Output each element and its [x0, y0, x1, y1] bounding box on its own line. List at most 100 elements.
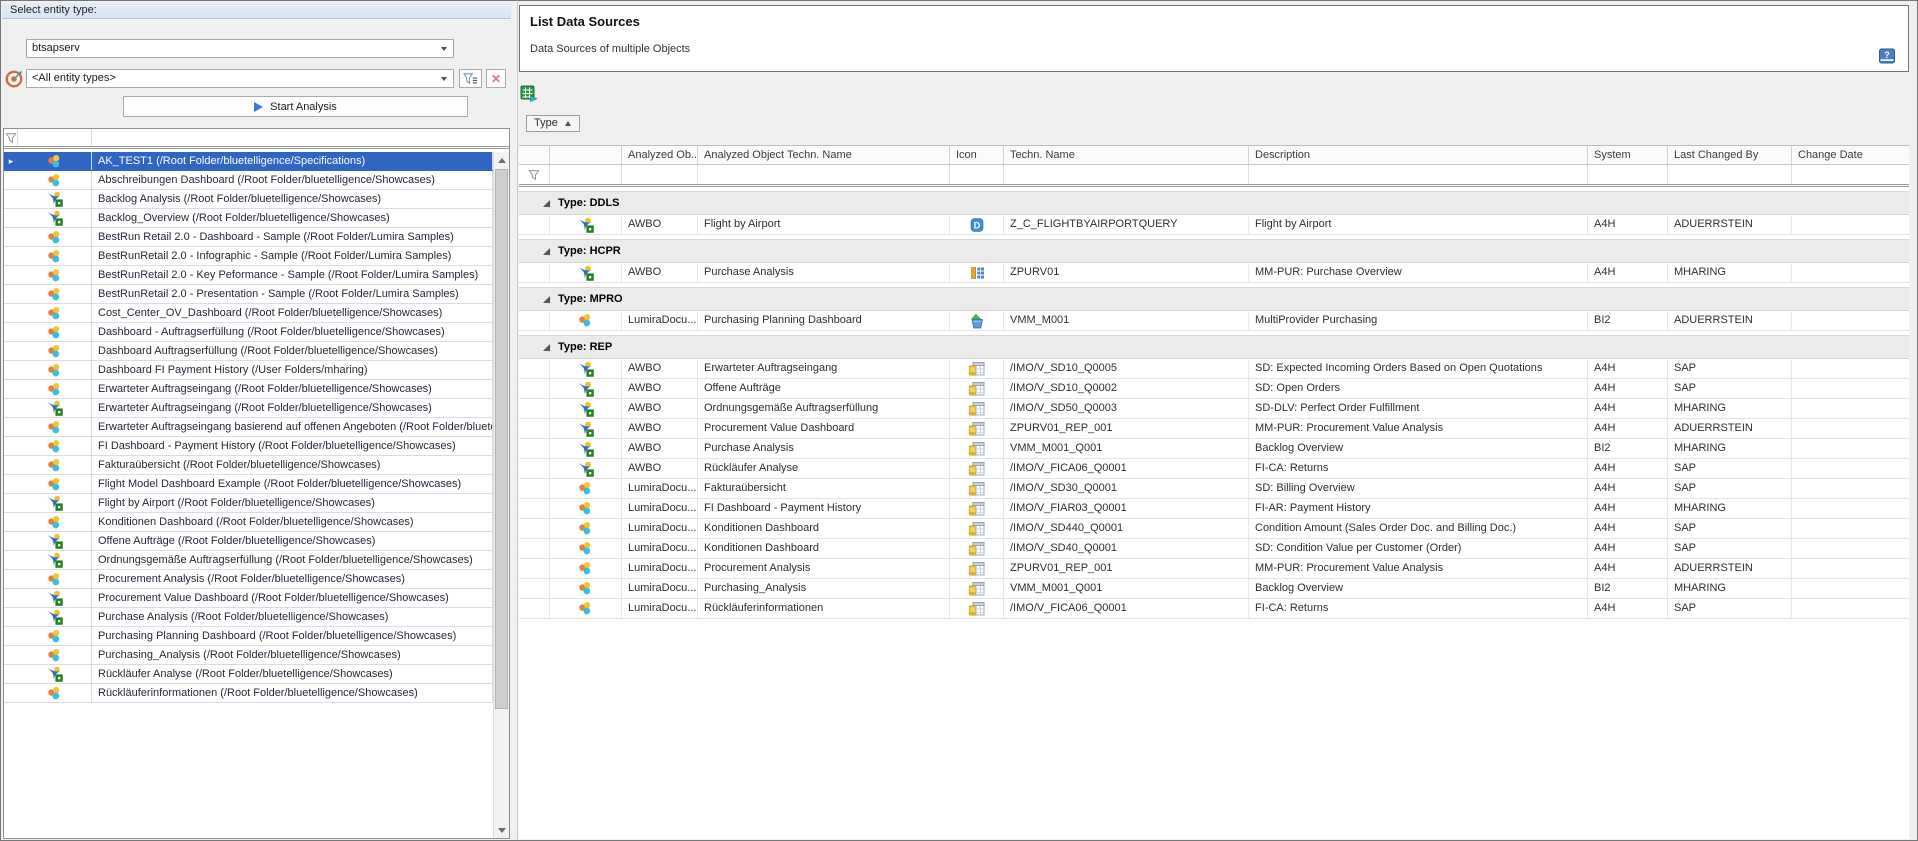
analyzed-object-name-cell: Procurement Analysis: [698, 559, 950, 578]
column-header[interactable]: System: [1588, 146, 1668, 164]
table-row[interactable]: AWBO Ordnungsgemäße Auftragserfüllung /I…: [519, 399, 1909, 419]
play-icon: [254, 102, 263, 112]
analysis-workbook-icon: [578, 401, 594, 417]
help-button[interactable]: ?: [1878, 47, 1896, 65]
filter-cell[interactable]: [550, 165, 622, 184]
filter-cell[interactable]: [1249, 165, 1588, 184]
filter-cell[interactable]: [698, 165, 950, 184]
table-row[interactable]: LumiraDocu... Rückläuferinformationen /I…: [519, 599, 1909, 619]
list-item[interactable]: Backlog Analysis (/Root Folder/bluetelli…: [4, 190, 493, 209]
table-row[interactable]: AWBO Purchase Analysis VMM_M001_Q001 Bac…: [519, 439, 1909, 459]
list-item[interactable]: Rückläufer Analyse (/Root Folder/bluetel…: [4, 665, 493, 684]
list-item[interactable]: BestRunRetail 2.0 - Key Peformance - Sam…: [4, 266, 493, 285]
filter-cell[interactable]: [92, 129, 509, 146]
list-item[interactable]: Procurement Value Dashboard (/Root Folde…: [4, 589, 493, 608]
table-row[interactable]: LumiraDocu... Konditionen Dashboard /IMO…: [519, 519, 1909, 539]
list-item[interactable]: Abschreibungen Dashboard (/Root Folder/b…: [4, 171, 493, 190]
list-item[interactable]: Cost_Center_OV_Dashboard (/Root Folder/b…: [4, 304, 493, 323]
filter-cell[interactable]: [1004, 165, 1249, 184]
indent-cell: [519, 499, 550, 518]
filter-cell[interactable]: [519, 165, 550, 184]
table-row[interactable]: LumiraDocu... Konditionen Dashboard /IMO…: [519, 539, 1909, 559]
list-item[interactable]: Flight Model Dashboard Example (/Root Fo…: [4, 475, 493, 494]
table-row[interactable]: LumiraDocu... Purchasing_Analysis VMM_M0…: [519, 579, 1909, 599]
table-row[interactable]: LumiraDocu... Fakturaübersicht /IMO/V_SD…: [519, 479, 1909, 499]
column-header[interactable]: Analyzed Object Techn. Name: [698, 146, 950, 164]
group-row[interactable]: Type: HCPR: [519, 239, 1909, 263]
list-item[interactable]: Flight by Airport (/Root Folder/bluetell…: [4, 494, 493, 513]
table-row[interactable]: LumiraDocu... Procurement Analysis ZPURV…: [519, 559, 1909, 579]
group-expanded-icon[interactable]: [543, 296, 550, 303]
grid-filter-row[interactable]: [519, 165, 1909, 187]
techn-name-cell: /IMO/V_SD440_Q0001: [1004, 519, 1249, 538]
start-analysis-button[interactable]: Start Analysis: [123, 96, 468, 117]
table-row[interactable]: LumiraDocu... FI Dashboard - Payment His…: [519, 499, 1909, 519]
group-by-type-chip[interactable]: Type: [526, 115, 580, 132]
filter-cell[interactable]: [950, 165, 1004, 184]
group-row[interactable]: Type: REP: [519, 335, 1909, 359]
list-item[interactable]: Fakturaübersicht (/Root Folder/bluetelli…: [4, 456, 493, 475]
table-row[interactable]: AWBO Purchase Analysis ZPURV01 MM-PUR: P…: [519, 263, 1909, 283]
list-item[interactable]: Ordnungsgemäße Auftragserfüllung (/Root …: [4, 551, 493, 570]
list-item[interactable]: Erwarteter Auftragseingang (/Root Folder…: [4, 380, 493, 399]
list-item[interactable]: FI Dashboard - Payment History (/Root Fo…: [4, 437, 493, 456]
entity-list-filter-row[interactable]: [4, 129, 509, 149]
list-item[interactable]: Rückläuferinformationen (/Root Folder/bl…: [4, 684, 493, 703]
table-row[interactable]: AWBO Rückläufer Analyse /IMO/V_FICA06_Q0…: [519, 459, 1909, 479]
filter-cell[interactable]: [1668, 165, 1792, 184]
group-row[interactable]: Type: MPRO: [519, 287, 1909, 311]
column-header[interactable]: [519, 146, 550, 164]
table-row[interactable]: LumiraDocu... Purchasing Planning Dashbo…: [519, 311, 1909, 331]
column-header[interactable]: Icon: [950, 146, 1004, 164]
export-excel-button[interactable]: [520, 85, 538, 103]
list-item[interactable]: Konditionen Dashboard (/Root Folder/blue…: [4, 513, 493, 532]
list-item[interactable]: Dashboard FI Payment History (/User Fold…: [4, 361, 493, 380]
entity-list-scrollbar[interactable]: [493, 152, 509, 838]
chevron-down-icon[interactable]: [441, 77, 447, 81]
group-expanded-icon[interactable]: [543, 248, 550, 255]
scroll-down-button[interactable]: [494, 822, 509, 838]
filter-cell[interactable]: [1792, 165, 1909, 184]
item-label: Procurement Analysis (/Root Folder/bluet…: [92, 570, 493, 588]
list-item[interactable]: Offene Aufträge (/Root Folder/bluetellig…: [4, 532, 493, 551]
column-header[interactable]: Analyzed Ob...: [622, 146, 698, 164]
clear-filter-button[interactable]: ✕: [486, 69, 506, 88]
chevron-down-icon[interactable]: [441, 47, 447, 51]
group-expanded-icon[interactable]: [543, 344, 550, 351]
list-item[interactable]: BestRunRetail 2.0 - Presentation - Sampl…: [4, 285, 493, 304]
list-item[interactable]: Erwarteter Auftragseingang (/Root Folder…: [4, 399, 493, 418]
edit-filter-button[interactable]: [459, 69, 482, 88]
table-row[interactable]: AWBO Procurement Value Dashboard ZPURV01…: [519, 419, 1909, 439]
scroll-up-button[interactable]: [494, 152, 509, 168]
column-header[interactable]: Techn. Name: [1004, 146, 1249, 164]
group-row[interactable]: Type: DDLS: [519, 191, 1909, 215]
lumira-document-icon: [47, 287, 62, 302]
list-item[interactable]: Purchasing Planning Dashboard (/Root Fol…: [4, 627, 493, 646]
list-item[interactable]: Dashboard Auftragserfüllung (/Root Folde…: [4, 342, 493, 361]
entity-type-combo[interactable]: <All entity types>: [26, 69, 454, 88]
list-item[interactable]: Procurement Analysis (/Root Folder/bluet…: [4, 570, 493, 589]
scrollbar-thumb[interactable]: [495, 169, 508, 709]
list-item[interactable]: Purchasing_Analysis (/Root Folder/bluete…: [4, 646, 493, 665]
panel-splitter[interactable]: [511, 2, 518, 840]
column-header[interactable]: [550, 146, 622, 164]
column-header[interactable]: Change Date: [1792, 146, 1909, 164]
column-header[interactable]: Last Changed By: [1668, 146, 1792, 164]
list-item[interactable]: Erwarteter Auftragseingang basierend auf…: [4, 418, 493, 437]
group-expanded-icon[interactable]: [543, 200, 550, 207]
list-item[interactable]: Backlog_Overview (/Root Folder/bluetelli…: [4, 209, 493, 228]
table-row[interactable]: AWBO Flight by Airport D Z_C_FLIGHTBYAIR…: [519, 215, 1909, 235]
list-item[interactable]: ▸ AK_TEST1 (/Root Folder/bluetelligence/…: [4, 152, 493, 171]
filter-cell[interactable]: [1588, 165, 1668, 184]
lumira-document-icon: [47, 268, 62, 283]
filter-cell[interactable]: [18, 129, 92, 146]
list-item[interactable]: BestRunRetail 2.0 - Infographic - Sample…: [4, 247, 493, 266]
list-item[interactable]: Dashboard - Auftragserfüllung (/Root Fol…: [4, 323, 493, 342]
list-item[interactable]: Purchase Analysis (/Root Folder/bluetell…: [4, 608, 493, 627]
table-row[interactable]: AWBO Offene Aufträge /IMO/V_SD10_Q0002 S…: [519, 379, 1909, 399]
system-combo[interactable]: btsapserv: [26, 39, 454, 58]
table-row[interactable]: AWBO Erwarteter Auftragseingang /IMO/V_S…: [519, 359, 1909, 379]
filter-cell[interactable]: [622, 165, 698, 184]
list-item[interactable]: BestRun Retail 2.0 - Dashboard - Sample …: [4, 228, 493, 247]
column-header[interactable]: Description: [1249, 146, 1588, 164]
